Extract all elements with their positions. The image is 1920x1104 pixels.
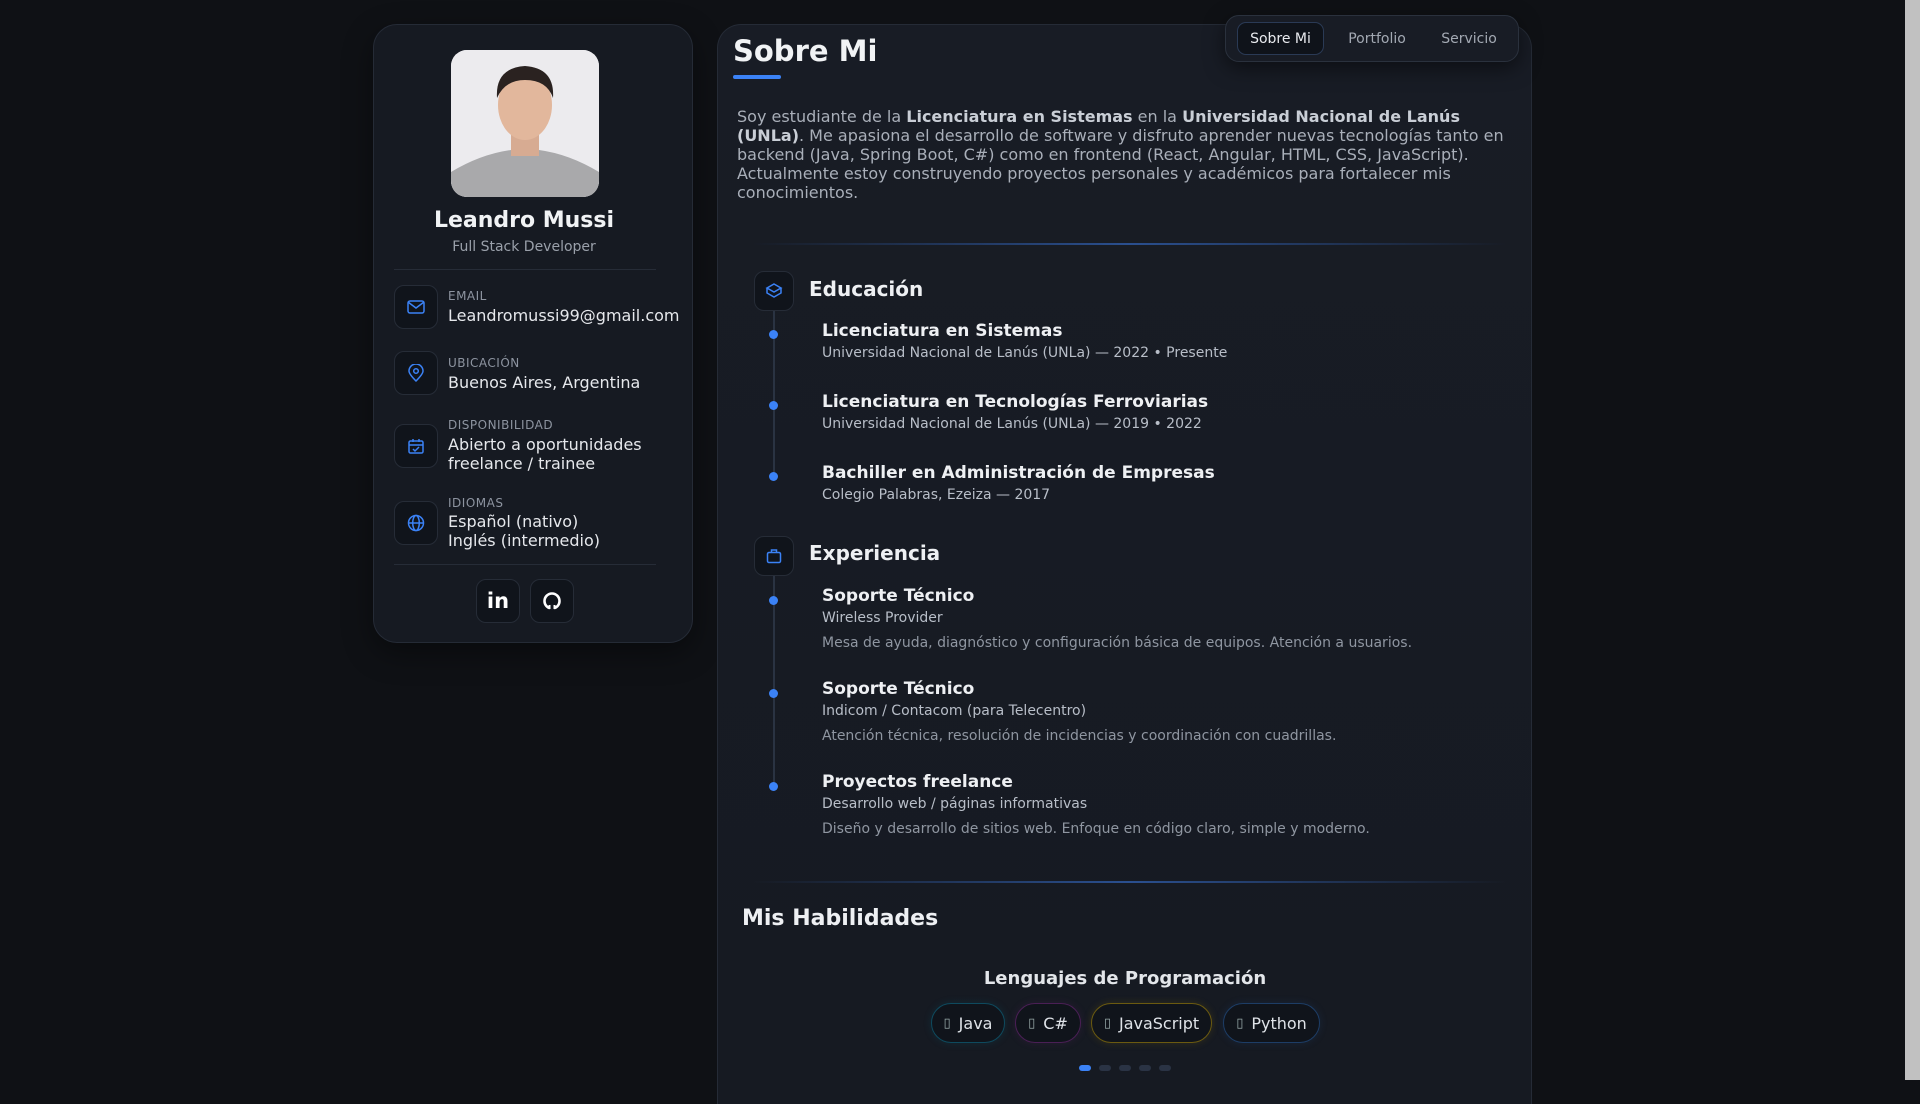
location-label: UBICACIÓN [448,356,520,370]
skills-group-title: Lenguajes de Programación [983,968,1267,989]
csharp-icon: ▯ [1028,1015,1036,1031]
github-button[interactable] [530,579,574,623]
skill-pill-csharp[interactable]: ▯ C# [1015,1003,1081,1043]
availability-value: Abierto a oportunidades [448,435,642,454]
education-heading: Educación [809,277,924,301]
nav-portfolio[interactable]: Portfolio [1336,22,1418,55]
education-item-sub: Universidad Nacional de Lanús (UNLa) — 2… [822,345,1228,361]
nav-sobre-mi[interactable]: Sobre Mi [1237,22,1324,55]
timeline-line [773,576,775,791]
timeline-dot [769,782,778,791]
skill-label: Java [958,1013,993,1033]
experience-item-title: Soporte Técnico [822,586,975,606]
carousel-dot[interactable] [1139,1065,1151,1071]
experience-item-desc: Diseño y desarrollo de sitios web. Enfoq… [822,821,1370,837]
experience-item-desc: Mesa de ayuda, diagnóstico y configuraci… [822,635,1413,651]
python-icon: ▯ [1236,1015,1244,1031]
globe-icon [394,501,438,545]
location-value: Buenos Aires, Argentina [448,373,641,392]
experience-item-company: Indicom / Contacom (para Telecentro) [822,703,1087,719]
graduation-icon [754,271,794,311]
map-pin-icon [394,351,438,395]
carousel-dot-active[interactable] [1079,1065,1091,1071]
languages-label: IDIOMAS [448,496,504,510]
github-icon [543,592,561,610]
education-item-title: Bachiller en Administración de Empresas [822,463,1215,483]
experience-item-desc: Atención técnica, resolución de incidenc… [822,728,1337,744]
page-title: Sobre Mi [733,34,878,68]
javascript-icon: ▯ [1103,1015,1111,1031]
carousel-dot[interactable] [1099,1065,1111,1071]
divider [394,564,656,565]
carousel-dot[interactable] [1159,1065,1171,1071]
mail-icon [394,285,438,329]
skill-label: C# [1043,1013,1068,1033]
experience-item-company: Wireless Provider [822,610,943,626]
section-divider [753,243,1506,245]
timeline-dot [769,596,778,605]
languages-value: Español (nativo) [448,512,579,531]
divider [394,269,656,270]
experience-item-title: Soporte Técnico [822,679,975,699]
email-value[interactable]: Leandromussi99@gmail.com [448,306,680,325]
timeline-dot [769,330,778,339]
linkedin-button[interactable]: in [476,579,520,623]
profile-photo [451,50,599,197]
timeline-dot [769,689,778,698]
title-underline [733,75,781,79]
timeline-dot [769,472,778,481]
calendar-check-icon [394,424,438,468]
skills-heading: Mis Habilidades [742,906,939,931]
email-label: EMAIL [448,289,487,303]
section-divider [753,881,1506,883]
linkedin-icon: in [486,589,510,613]
skill-pill-javascript[interactable]: ▯ JavaScript [1091,1003,1212,1043]
experience-item-title: Proyectos freelance [822,772,1013,792]
timeline-dot [769,401,778,410]
scrollbar[interactable] [1905,0,1920,1080]
skill-pill-java[interactable]: ▯ Java [931,1003,1005,1043]
education-item-title: Licenciatura en Tecnologías Ferroviarias [822,392,1209,412]
briefcase-icon [754,536,794,576]
availability-value-2: freelance / trainee [448,454,596,473]
nav-servicio[interactable]: Servicio [1426,22,1512,55]
experience-item-company: Desarrollo web / páginas informativas [822,796,1088,812]
skill-label: Python [1251,1013,1307,1033]
profile-role: Full Stack Developer [452,239,596,255]
education-item-sub: Universidad Nacional de Lanús (UNLa) — 2… [822,416,1202,432]
skill-pill-python[interactable]: ▯ Python [1223,1003,1320,1043]
education-item-sub: Colegio Palabras, Ezeiza — 2017 [822,487,1051,503]
profile-name: Leandro Mussi [433,208,615,233]
experience-heading: Experiencia [809,541,941,565]
java-icon: ▯ [943,1015,951,1031]
availability-label: DISPONIBILIDAD [448,418,554,432]
languages-value-2: Inglés (intermedio) [448,531,601,550]
education-item-title: Licenciatura en Sistemas [822,321,1063,341]
skill-label: JavaScript [1118,1013,1200,1033]
carousel-dot[interactable] [1119,1065,1131,1071]
about-paragraph: Soy estudiante de la Licenciatura en Sis… [737,107,1504,202]
top-nav: Sobre Mi Portfolio Servicio [1225,15,1519,62]
